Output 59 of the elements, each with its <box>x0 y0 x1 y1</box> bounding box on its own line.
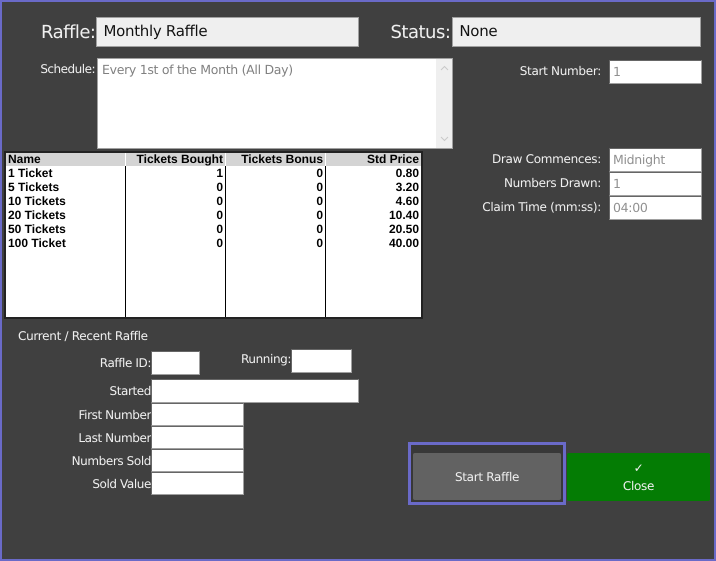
table-cell-text: 10 Tickets <box>8 194 67 208</box>
started-label: Started <box>108 384 151 398</box>
column-header[interactable]: Std Price <box>326 153 421 166</box>
table-cell-text: 1 <box>215 166 223 180</box>
setting-field[interactable]: 04:00 <box>609 196 702 220</box>
section-title: Current / Recent Raffle <box>18 329 149 343</box>
status-field[interactable]: None <box>452 17 702 47</box>
number-field[interactable] <box>151 449 244 472</box>
table-cell-text: 20 Tickets <box>8 208 67 222</box>
table-cell-text: 3.20 <box>394 180 419 194</box>
started-field[interactable] <box>151 379 359 403</box>
field-label: First Number <box>78 408 151 422</box>
table-cell-text: 0 <box>215 222 223 236</box>
table-cell-text: 0 <box>315 166 323 180</box>
running-field[interactable] <box>291 349 352 373</box>
running-label: Running: <box>241 352 292 366</box>
number-field[interactable] <box>151 472 244 495</box>
table-cell-text: 0 <box>215 208 223 222</box>
table-cell-text: 0.80 <box>394 166 419 180</box>
schedule-label: Schedule: <box>39 62 95 78</box>
setting-field[interactable]: Midnight <box>609 148 702 172</box>
column-header[interactable]: Name <box>6 153 126 166</box>
table-cell-text: 40.00 <box>388 236 419 250</box>
table-cell-text: 20.50 <box>388 222 419 236</box>
table-cell-text: 4.60 <box>394 194 419 208</box>
table-cell-text: 0 <box>215 236 223 250</box>
status-label: Status: <box>390 22 450 42</box>
number-field[interactable] <box>151 403 244 426</box>
number-field[interactable] <box>151 426 244 449</box>
table-cell-text: 0 <box>215 180 223 194</box>
table-cell-text: 0 <box>315 208 323 222</box>
table-cell-text: 50 Tickets <box>8 222 67 236</box>
table-cell-text: 5 Tickets <box>8 180 60 194</box>
raffle-id-label: Raffle ID: <box>98 356 151 370</box>
start-number-field[interactable]: 1 <box>609 60 702 84</box>
field-label: Numbers Sold <box>70 454 151 468</box>
setting-label: Numbers Drawn: <box>504 176 601 192</box>
column-header[interactable]: Tickets Bought <box>126 153 226 166</box>
table-cell-text: 1 Ticket <box>8 166 54 180</box>
setting-label: Claim Time (mm:ss): <box>482 200 601 216</box>
table-cell-text: 0 <box>315 194 323 208</box>
table-cell-text: 0 <box>315 180 323 194</box>
table-cell-text: 10.40 <box>388 208 419 222</box>
table-cell-text: 0 <box>215 194 223 208</box>
raffle-label: Raffle: <box>41 22 96 42</box>
field-label: Last Number <box>77 430 151 444</box>
field-label: Sold Value <box>91 476 151 490</box>
table-cell-text: 0 <box>315 222 323 236</box>
raffle-name-field[interactable]: Monthly Raffle <box>96 17 360 47</box>
schedule-field[interactable]: Every 1st of the Month (All Day) <box>97 58 453 149</box>
raffle-id-field[interactable] <box>151 351 200 375</box>
table-cell-text: 0 <box>315 236 323 250</box>
column-header[interactable]: Tickets Bonus <box>226 153 326 166</box>
close-button[interactable]: ✓ Close <box>567 453 710 501</box>
start-raffle-button[interactable]: Start Raffle <box>413 453 561 500</box>
start-number-label: Start Number: <box>520 64 601 78</box>
table-cell-text: 100 Ticket <box>8 236 67 250</box>
setting-label: Draw Commences: <box>492 152 601 168</box>
setting-field[interactable]: 1 <box>609 172 702 196</box>
